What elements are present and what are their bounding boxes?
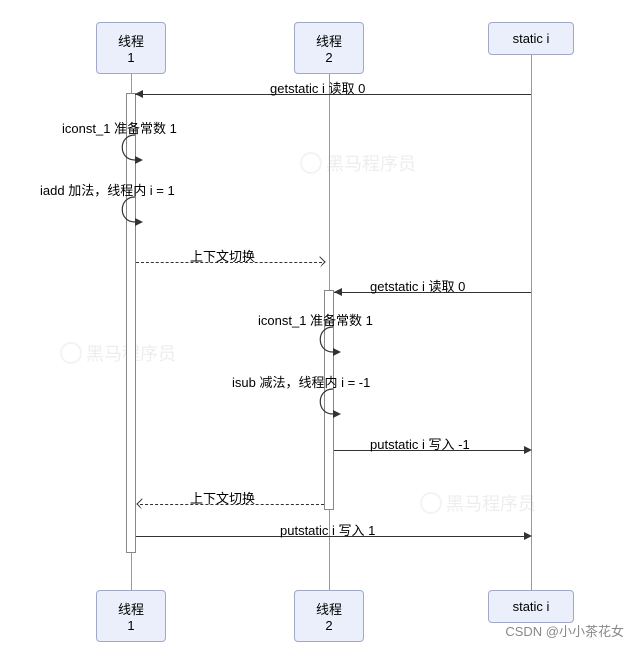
msg-ctx-switch-2: 上下文切换 [190, 488, 255, 507]
watermark: 黑马程序员 [60, 340, 176, 366]
msg-ctx-switch-1: 上下文切换 [190, 246, 255, 265]
arrow-head-m8 [524, 446, 532, 454]
msg-isub: isub 减法，线程内 i = -1 [232, 372, 370, 391]
arrow-head-m10 [524, 532, 532, 540]
arrow-head-m5 [334, 288, 342, 296]
msg-getstatic-1: getstatic i 读取 0 [270, 78, 365, 97]
lifeline-static-i [531, 50, 532, 590]
msg-iconst-1: iconst_1 准备常数 1 [62, 118, 177, 137]
participant-static-i-top: static i [488, 22, 574, 55]
participant-thread1-bottom: 线程1 [96, 590, 166, 642]
msg-iconst-2: iconst_1 准备常数 1 [258, 310, 373, 329]
msg-putstatic-1: putstatic i 写入 -1 [370, 434, 470, 453]
sequence-diagram: 黑马程序员 黑马程序员 黑马程序员 线程1 线程2 static i 线程1 线… [0, 0, 636, 646]
participant-thread2-bottom: 线程2 [294, 590, 364, 642]
participant-thread1-top: 线程1 [96, 22, 166, 74]
watermark-text: 黑马程序员 [446, 490, 536, 516]
watermark-text: 黑马程序员 [326, 150, 416, 176]
credit-text: CSDN @小小茶花女 [505, 621, 624, 640]
watermark: 黑马程序员 [300, 150, 416, 176]
msg-getstatic-2: getstatic i 读取 0 [370, 276, 465, 295]
arrow-head-m1 [135, 90, 143, 98]
arrow-head-m4 [314, 256, 325, 267]
participant-static-i-bottom: static i [488, 590, 574, 623]
self-loop-m7 [314, 386, 354, 420]
self-loop-m6 [314, 324, 354, 358]
msg-iadd: iadd 加法，线程内 i = 1 [40, 180, 175, 199]
watermark: 黑马程序员 [420, 490, 536, 516]
self-loop-m3 [116, 194, 156, 228]
participant-thread2-top: 线程2 [294, 22, 364, 74]
arrow-head-m9 [136, 498, 147, 509]
self-loop-m2 [116, 132, 156, 166]
msg-putstatic-2: putstatic i 写入 1 [280, 520, 375, 539]
